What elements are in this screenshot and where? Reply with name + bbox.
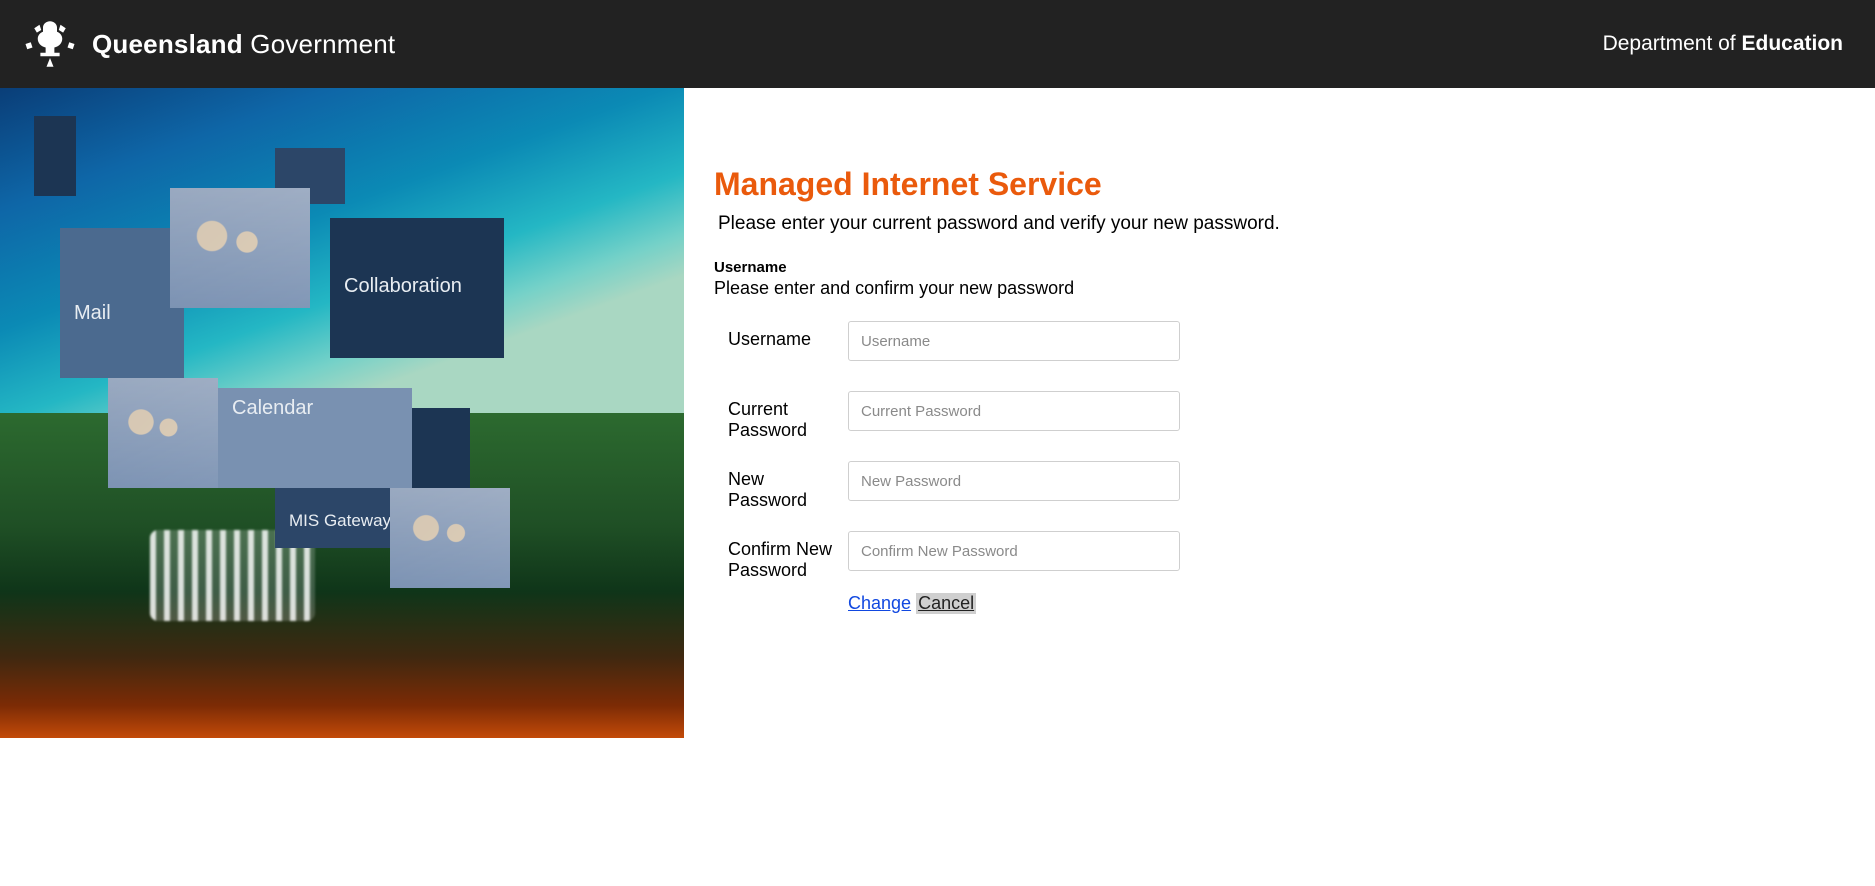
row-username: Username	[714, 321, 1845, 391]
tile-mail-label: Mail	[60, 288, 184, 338]
tile-photo	[390, 488, 510, 588]
qld-crest-icon	[22, 16, 78, 72]
label-username: Username	[714, 321, 848, 350]
department-post: Education	[1741, 32, 1843, 55]
hero-image: Mail Collaboration Calendar MIS Gateway	[0, 88, 684, 738]
username-input[interactable]	[848, 321, 1180, 361]
brand-text: Queensland Government	[92, 29, 395, 60]
tile-photo	[170, 188, 310, 308]
label-confirm-new-password: Confirm New Password	[714, 531, 848, 581]
instruction-text: Please enter and confirm your new passwo…	[714, 278, 1845, 299]
department-pre: Department of	[1603, 32, 1736, 55]
page-title: Managed Internet Service	[714, 166, 1845, 203]
deco-tile	[34, 116, 76, 196]
tile-photo	[108, 378, 218, 488]
current-password-input[interactable]	[848, 391, 1180, 431]
row-new-password: New Password	[714, 461, 1845, 531]
tile-collaboration-label: Collaboration	[330, 266, 504, 306]
department-label: Department of Education	[1603, 32, 1843, 56]
label-current-password: Current Password	[714, 391, 848, 441]
new-password-input[interactable]	[848, 461, 1180, 501]
confirm-new-password-input[interactable]	[848, 531, 1180, 571]
form-actions: Change Cancel	[848, 593, 1180, 614]
change-button[interactable]: Change	[848, 593, 911, 614]
site-header: Queensland Government Department of Educ…	[0, 0, 1875, 88]
form-pane: Managed Internet Service Please enter yo…	[684, 88, 1875, 738]
username-heading: Username	[714, 259, 1845, 276]
label-new-password: New Password	[714, 461, 848, 511]
cancel-button[interactable]: Cancel	[916, 593, 976, 614]
page-subtitle: Please enter your current password and v…	[714, 213, 1845, 235]
brand-left: Queensland Government	[22, 16, 395, 72]
tile-calendar-label: Calendar	[218, 388, 412, 428]
row-confirm-new-password: Confirm New Password Change Cancel	[714, 531, 1845, 614]
row-current-password: Current Password	[714, 391, 1845, 461]
brand-bold: Queensland	[92, 29, 243, 59]
brand-light: Government	[250, 29, 395, 59]
